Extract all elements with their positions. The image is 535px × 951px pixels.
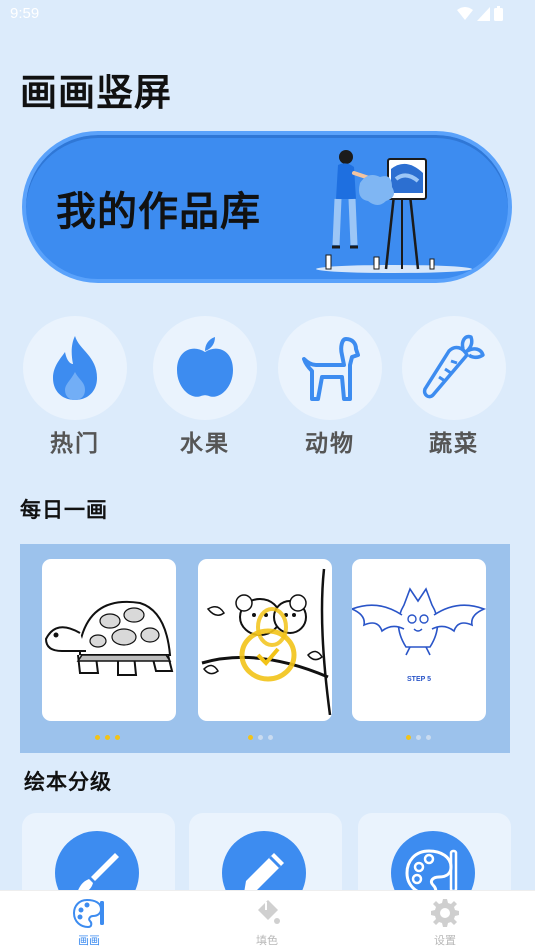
apple-icon [177, 337, 233, 397]
page-dot [115, 735, 120, 740]
page-title: 画画竖屏 [20, 71, 172, 114]
banner-title: 我的作品库 [56, 189, 261, 235]
daily-carousel: STEP 5 [20, 544, 510, 753]
turtle-drawing [44, 600, 174, 676]
page-dot [105, 735, 110, 740]
category-fruit[interactable]: 水果 [152, 316, 258, 458]
carousel-dots [248, 735, 273, 740]
bat-step-caption: STEP 5 [407, 676, 431, 683]
daily-card-bat[interactable]: STEP 5 [352, 559, 486, 721]
category-circle [153, 316, 257, 420]
status-bar: 9:59 [0, 0, 535, 30]
mice-drawing [201, 568, 332, 715]
category-vegetable[interactable]: 蔬菜 [401, 316, 507, 458]
page-dot [426, 735, 431, 740]
carrot-icon [422, 334, 485, 399]
palette-icon [72, 898, 104, 929]
status-icons [457, 6, 503, 21]
daily-card-mice[interactable] [198, 559, 332, 721]
category-label: 蔬菜 [429, 431, 479, 457]
category-animal[interactable]: 动物 [277, 316, 383, 458]
levels-section-title: 绘本分级 [24, 770, 112, 794]
page-dot [95, 735, 100, 740]
tab-icon [49, 896, 129, 930]
daily-section-title: 每日一画 [20, 498, 108, 522]
gallery-banner[interactable]: 我的作品库 [22, 131, 512, 283]
category-row: 热门 水果 动物 蔬菜 [0, 316, 535, 466]
carousel-dots [406, 735, 431, 740]
tab-draw[interactable]: 画画 [49, 896, 129, 948]
category-circle [278, 316, 382, 420]
gear-icon [431, 899, 459, 927]
bat-drawing: STEP 5 [352, 587, 486, 683]
paint-bucket-icon [258, 900, 280, 924]
category-label: 动物 [305, 431, 355, 457]
signal-icon [477, 6, 490, 21]
page-dot [406, 735, 411, 740]
dog-icon [302, 337, 360, 401]
category-label: 热门 [50, 431, 100, 457]
page-dot [258, 735, 263, 740]
daily-card-turtle[interactable] [42, 559, 176, 721]
bottom-tab-bar: 画画 填色 设置 [0, 890, 535, 951]
category-circle [402, 316, 506, 420]
tab-label: 画画 [78, 934, 100, 947]
tab-icon [405, 896, 485, 930]
category-hot[interactable]: 热门 [22, 316, 128, 458]
tab-icon [227, 896, 307, 930]
flame-icon [53, 336, 97, 400]
status-time: 9:59 [10, 5, 40, 22]
category-circle [23, 316, 127, 420]
page-dot [416, 735, 421, 740]
tab-label: 填色 [256, 934, 278, 947]
page-dot [268, 735, 273, 740]
battery-icon [494, 6, 503, 21]
tab-settings[interactable]: 设置 [405, 896, 485, 948]
tab-coloring[interactable]: 填色 [227, 896, 307, 948]
page-dot [248, 735, 253, 740]
carousel-dots [95, 735, 120, 740]
tab-label: 设置 [434, 934, 456, 947]
category-label: 水果 [180, 431, 230, 457]
wifi-icon [457, 6, 473, 20]
painter-illustration [316, 150, 472, 273]
